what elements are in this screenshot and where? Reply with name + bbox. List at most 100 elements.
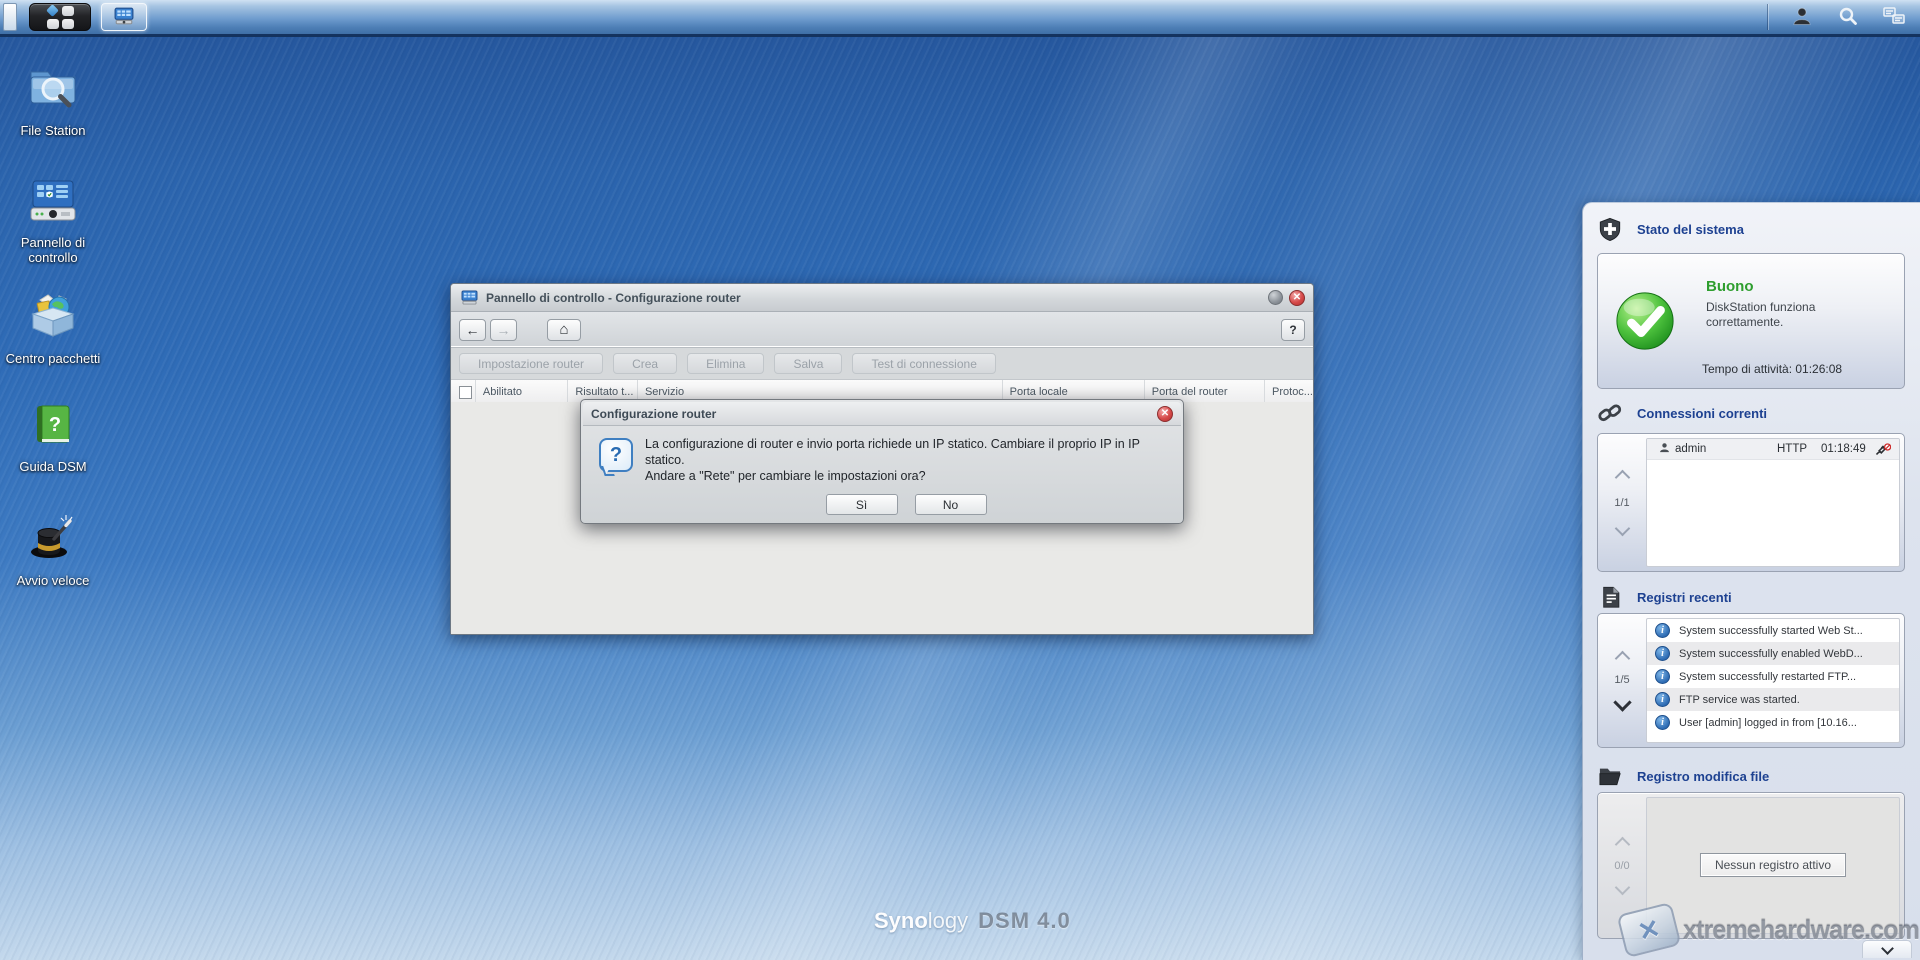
pilot-view-button[interactable]	[1874, 3, 1914, 31]
log-entry: iSystem successfully restarted FTP...	[1647, 665, 1899, 688]
window-title: Pannello di controllo - Configurazione r…	[486, 291, 1268, 305]
log-entry: iUser [admin] logged in from [10.16...	[1647, 711, 1899, 734]
package-center-icon	[26, 290, 80, 345]
file-station-icon	[26, 62, 80, 117]
create-button[interactable]: Crea	[613, 353, 677, 374]
dsm-branding: Synology DSM 4.0	[874, 908, 1071, 934]
show-desktop-button[interactable]	[3, 3, 17, 31]
desktop-icon-control-panel[interactable]: Pannello di controllo	[0, 178, 106, 265]
desktop-icon-label: File Station	[20, 123, 85, 138]
no-button[interactable]: No	[915, 494, 987, 515]
widget-title: Stato del sistema	[1637, 222, 1744, 237]
info-icon: i	[1655, 623, 1670, 638]
yes-button[interactable]: Sì	[826, 494, 898, 515]
router-config-dialog: Configurazione router ✕ ? La configurazi…	[580, 399, 1184, 524]
dialog-close-button[interactable]: ✕	[1157, 406, 1173, 422]
dialog-titlebar[interactable]: Configurazione router ✕	[583, 402, 1181, 426]
desktop-icon-label: Avvio veloce	[17, 573, 90, 588]
log-document-icon	[1597, 585, 1623, 609]
page-down-icon[interactable]	[1613, 693, 1631, 711]
window-navbar: ← → ⌂ ?	[451, 312, 1313, 348]
desktop-icon-file-station[interactable]: File Station	[0, 62, 106, 138]
window-toolbar: Impostazione router Crea Elimina Salva T…	[451, 348, 1313, 380]
logs-pager: 1/5	[1598, 614, 1646, 747]
tray-divider	[1767, 4, 1768, 30]
minimize-button[interactable]	[1268, 290, 1283, 305]
connection-time: 01:18:49	[1821, 443, 1875, 455]
page-indicator: 1/5	[1614, 674, 1629, 686]
forward-button[interactable]: →	[490, 319, 517, 341]
dialog-message-1: La configurazione di router e invio port…	[645, 436, 1167, 468]
delete-button[interactable]: Elimina	[687, 353, 764, 374]
log-entry: iSystem successfully enabled WebD...	[1647, 642, 1899, 665]
page-up-icon[interactable]	[1614, 469, 1630, 485]
page-down-icon[interactable]	[1614, 879, 1630, 895]
desktop-icon-quick-start[interactable]: Avvio veloce	[0, 512, 106, 588]
connection-row: admin HTTP 01:18:49	[1647, 439, 1899, 460]
question-icon: ?	[599, 438, 633, 472]
taskbar-tray	[1767, 0, 1920, 34]
router-setup-button[interactable]: Impostazione router	[459, 353, 603, 374]
status-ok-icon	[1614, 290, 1676, 357]
desktop-icon-label: Guida DSM	[19, 459, 86, 474]
page-up-icon[interactable]	[1614, 836, 1630, 852]
brand-version: DSM 4.0	[978, 908, 1071, 934]
svg-text:?: ?	[49, 414, 61, 436]
user-menu-button[interactable]	[1782, 3, 1822, 31]
window-titlebar[interactable]: Pannello di controllo - Configurazione r…	[451, 284, 1313, 312]
info-icon: i	[1655, 669, 1670, 684]
page-indicator: 1/1	[1614, 497, 1629, 509]
chain-link-icon	[1597, 401, 1623, 425]
desktop-icon-dsm-help[interactable]: ? Guida DSM	[0, 402, 106, 474]
user-icon	[1792, 6, 1812, 29]
save-button[interactable]: Salva	[774, 353, 842, 374]
main-menu-button[interactable]	[29, 3, 91, 31]
search-button[interactable]	[1828, 3, 1868, 31]
dialog-body: ? La configurazione di router e invio po…	[583, 426, 1181, 515]
select-all-checkbox[interactable]	[451, 380, 475, 404]
connection-test-button[interactable]: Test di connessione	[852, 353, 995, 374]
taskbar	[0, 0, 1920, 37]
info-icon: i	[1655, 715, 1670, 730]
status-value: Buono	[1706, 278, 1753, 295]
system-status-header: Stato del sistema	[1597, 216, 1744, 242]
uptime-label: Tempo di attività: 01:26:08	[1702, 362, 1842, 376]
disconnect-icon[interactable]	[1875, 443, 1891, 456]
connection-user: admin	[1675, 443, 1706, 455]
info-icon: i	[1655, 692, 1670, 707]
column-header-protocol[interactable]: Protoc...	[1264, 380, 1313, 404]
page-indicator: 0/0	[1614, 860, 1629, 872]
widget-title: Registri recenti	[1637, 590, 1732, 605]
widget-title: Connessioni correnti	[1637, 406, 1767, 421]
back-button[interactable]: ←	[459, 319, 486, 341]
log-entry: iFTP service was started.	[1647, 688, 1899, 711]
widget-panel: Stato del sistema Buono DiskStation funz…	[1582, 202, 1920, 960]
desktop-icon-label: Pannello di controllo	[0, 235, 106, 265]
help-button[interactable]: ?	[1281, 319, 1305, 341]
desktop-icon-package-center[interactable]: Centro pacchetti	[0, 290, 106, 366]
status-description: DiskStation funziona correttamente.	[1706, 300, 1871, 330]
desktop-icon-label: Centro pacchetti	[6, 351, 101, 366]
shield-icon	[1597, 216, 1623, 242]
main-menu-icon	[47, 6, 74, 29]
info-icon: i	[1655, 646, 1670, 661]
page-up-icon[interactable]	[1614, 650, 1630, 666]
pilot-view-icon	[1883, 7, 1905, 28]
connections-panel: 1/1 admin HTTP 01:18:49	[1597, 433, 1905, 572]
taskbar-item-control-panel[interactable]	[101, 3, 147, 31]
dialog-message-2: Andare a "Rete" per cambiare le impostaz…	[645, 468, 1167, 484]
desktop-wallpaper: File Station Pannello di controllo Centr…	[0, 0, 1920, 960]
connection-protocol: HTTP	[1777, 443, 1821, 455]
window-close-button[interactable]: ✕	[1289, 290, 1305, 306]
file-log-panel: 0/0 Nessun registro attivo	[1597, 792, 1905, 939]
connections-header: Connessioni correnti	[1597, 401, 1767, 425]
home-button[interactable]: ⌂	[547, 319, 581, 341]
widget-panel-collapse-button[interactable]	[1862, 940, 1912, 958]
column-header-enabled[interactable]: Abilitato	[475, 380, 567, 404]
file-log-pager: 0/0	[1598, 793, 1646, 938]
connections-pager: 1/1	[1598, 434, 1646, 571]
recent-logs-header: Registri recenti	[1597, 585, 1732, 609]
search-icon	[1838, 6, 1858, 29]
system-status-panel: Buono DiskStation funziona correttamente…	[1597, 253, 1905, 389]
page-down-icon[interactable]	[1614, 520, 1630, 536]
